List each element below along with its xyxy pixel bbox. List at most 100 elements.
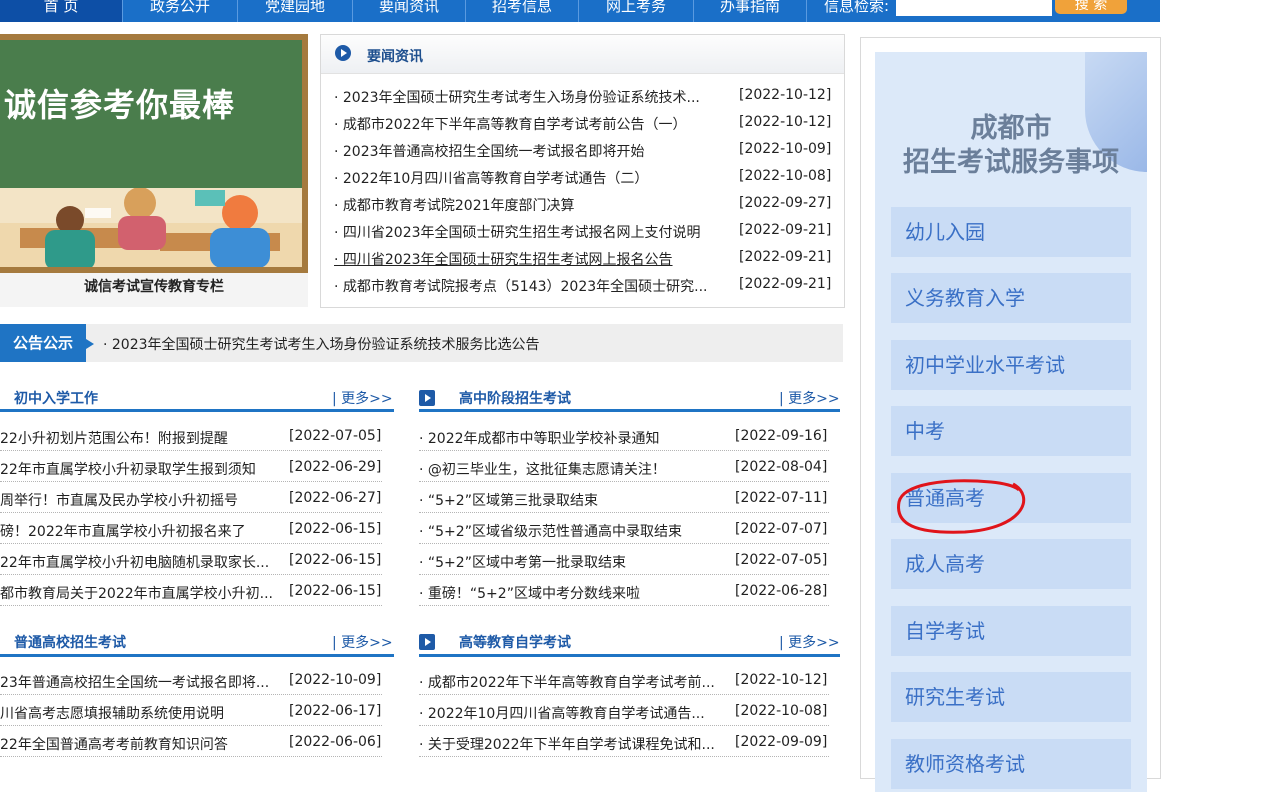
- list-item[interactable]: 22年市直属学校小升初电脑随机录取家长... [2022-06-15]: [0, 552, 382, 575]
- list-item-date: [2022-06-28]: [735, 583, 828, 599]
- section-title-college[interactable]: 普通高校招生考试: [14, 632, 126, 652]
- list-item[interactable]: · “5+2”区域省级示范性普通高中录取结束 [2022-07-07]: [419, 521, 829, 544]
- news-item-title[interactable]: · 2023年全国硕士研究生考试考生入场身份验证系统技术...: [334, 87, 726, 107]
- news-item[interactable]: · 成都市2022年下半年高等教育自学考试考前公告（一） [2022-10-12…: [334, 114, 844, 134]
- news-panel: 要闻资讯 · 2023年全国硕士研究生考试考生入场身份验证系统技术... [20…: [320, 34, 845, 308]
- play-icon: [419, 390, 435, 406]
- list-item[interactable]: · 2022年10月四川省高等教育自学考试通告... [2022-10-08]: [419, 703, 829, 726]
- list-item[interactable]: 磅！2022年市直属学校小升初报名来了 [2022-06-15]: [0, 521, 382, 544]
- list-item[interactable]: 23年普通高校招生全国统一考试报名即将... [2022-10-09]: [0, 672, 382, 695]
- banner-illustration: [0, 187, 302, 267]
- news-title[interactable]: 要闻资讯: [367, 46, 423, 66]
- nav-item-exam-info[interactable]: 招考信息: [466, 0, 578, 22]
- list-item-title[interactable]: 都市教育局关于2022年市直属学校小升初...: [0, 583, 282, 603]
- list-item-title[interactable]: 22年市直属学校小升初录取学生报到须知: [0, 459, 282, 479]
- news-item[interactable]: · 2022年10月四川省高等教育自学考试通告（二） [2022-10-08]: [334, 168, 844, 188]
- list-item-title[interactable]: · @初三毕业生，这批征集志愿请关注！: [419, 459, 729, 479]
- services-panel: 成都市 招生考试服务事项 幼儿入园 义务教育入学 初中学业水平考试 中考 普通高…: [860, 37, 1161, 792]
- banner-slogan: 诚信参考你最棒: [4, 86, 236, 124]
- nav-item-home[interactable]: 首 页: [0, 0, 122, 22]
- nav-item-news[interactable]: 要闻资讯: [353, 0, 465, 22]
- section-title-junior[interactable]: 初中入学工作: [14, 388, 98, 408]
- nav-item-guide[interactable]: 办事指南: [694, 0, 806, 22]
- nav-item-government[interactable]: 政务公开: [123, 0, 237, 22]
- service-junior-level-exam[interactable]: 初中学业水平考试: [891, 340, 1131, 390]
- service-self-study-exam[interactable]: 自学考试: [891, 606, 1131, 656]
- service-compulsory-education[interactable]: 义务教育入学: [891, 273, 1131, 323]
- list-item-title[interactable]: 22小升初划片范围公布！附报到提醒: [0, 428, 282, 448]
- section-title-selfstudy[interactable]: 高等教育自学考试: [459, 632, 571, 652]
- section-divider: [419, 409, 840, 412]
- list-item-title[interactable]: 22年市直属学校小升初电脑随机录取家长...: [0, 552, 282, 572]
- list-item-title[interactable]: 周举行！市直属及民办学校小升初摇号: [0, 490, 282, 510]
- more-link-junior[interactable]: | 更多>>: [332, 388, 393, 408]
- list-item[interactable]: · 关于受理2022年下半年自学考试课程免试和... [2022-09-09]: [419, 734, 829, 757]
- notice-text[interactable]: · 2023年全国硕士研究生考试考生入场身份验证系统技术服务比选公告: [103, 334, 540, 354]
- list-item[interactable]: · 成都市2022年下半年高等教育自学考试考前... [2022-10-12]: [419, 672, 829, 695]
- news-item-title[interactable]: · 2022年10月四川省高等教育自学考试通告（二）: [334, 168, 726, 188]
- list-item-title[interactable]: 磅！2022年市直属学校小升初报名来了: [0, 521, 282, 541]
- nav-item-online-exam[interactable]: 网上考务: [579, 0, 693, 22]
- list-item-title[interactable]: 22年全国普通高考考前教育知识问答: [0, 734, 282, 754]
- list-item[interactable]: · @初三毕业生，这批征集志愿请关注！ [2022-08-04]: [419, 459, 829, 482]
- list-item[interactable]: 周举行！市直属及民办学校小升初摇号 [2022-06-27]: [0, 490, 382, 513]
- nav-item-party[interactable]: 党建园地: [238, 0, 352, 22]
- news-item-title[interactable]: · 成都市2022年下半年高等教育自学考试考前公告（一）: [334, 114, 726, 134]
- news-item-title[interactable]: · 成都市教育考试院2021年度部门决算: [334, 195, 726, 215]
- list-item-title[interactable]: · 2022年10月四川省高等教育自学考试通告...: [419, 703, 729, 723]
- list-item-title[interactable]: · “5+2”区域省级示范性普通高中录取结束: [419, 521, 729, 541]
- news-item[interactable]: · 四川省2023年全国硕士研究生招生考试网上报名公告 [2022-09-21]: [334, 249, 844, 269]
- list-item[interactable]: 22年市直属学校小升初录取学生报到须知 [2022-06-29]: [0, 459, 382, 482]
- service-kindergarten[interactable]: 幼儿入园: [891, 207, 1131, 257]
- list-item-title[interactable]: · 2022年成都市中等职业学校补录通知: [419, 428, 729, 448]
- list-item-title[interactable]: 23年普通高校招生全国统一考试报名即将...: [0, 672, 282, 692]
- list-item-title[interactable]: · 关于受理2022年下半年自学考试课程免试和...: [419, 734, 729, 754]
- news-item-date: [2022-09-21]: [739, 276, 832, 292]
- more-link-college[interactable]: | 更多>>: [332, 632, 393, 652]
- list-item[interactable]: 22小升初划片范围公布！附报到提醒 [2022-07-05]: [0, 428, 382, 451]
- banner-caption[interactable]: 诚信考试宣传教育专栏: [0, 273, 308, 307]
- search-button[interactable]: 搜 索: [1055, 0, 1127, 14]
- list-item[interactable]: · 2022年成都市中等职业学校补录通知 [2022-09-16]: [419, 428, 829, 451]
- service-adult-gaokao[interactable]: 成人高考: [891, 539, 1131, 589]
- news-item-date: [2022-10-08]: [739, 168, 832, 184]
- news-item-title[interactable]: · 2023年普通高校招生全国统一考试报名即将开始: [334, 141, 726, 161]
- search-input[interactable]: [896, 0, 1052, 16]
- list-item[interactable]: · “5+2”区域第三批录取结束 [2022-07-11]: [419, 490, 829, 513]
- more-link-highschool[interactable]: | 更多>>: [779, 388, 840, 408]
- news-item-title[interactable]: · 成都市教育考试院报考点（5143）2023年全国硕士研究...: [334, 276, 726, 296]
- news-item[interactable]: · 成都市教育考试院2021年度部门决算 [2022-09-27]: [334, 195, 844, 215]
- list-item[interactable]: 22年全国普通高考考前教育知识问答 [2022-06-06]: [0, 734, 382, 757]
- news-item-title[interactable]: · 四川省2023年全国硕士研究生招生考试报名网上支付说明: [334, 222, 726, 242]
- news-item[interactable]: · 成都市教育考试院报考点（5143）2023年全国硕士研究... [2022-…: [334, 276, 844, 296]
- list-item-date: [2022-06-15]: [289, 583, 382, 599]
- list-item[interactable]: · “5+2”区域中考第一批录取结束 [2022-07-05]: [419, 552, 829, 575]
- list-item-date: [2022-08-04]: [735, 459, 828, 475]
- integrity-banner[interactable]: 诚信参考你最棒: [0, 34, 308, 273]
- list-item-title[interactable]: · 成都市2022年下半年高等教育自学考试考前...: [419, 672, 729, 692]
- play-icon: [335, 45, 351, 61]
- list-item-title[interactable]: · “5+2”区域第三批录取结束: [419, 490, 729, 510]
- list-item[interactable]: 都市教育局关于2022年市直属学校小升初... [2022-06-15]: [0, 583, 382, 606]
- section-title-highschool[interactable]: 高中阶段招生考试: [459, 388, 571, 408]
- news-item-title[interactable]: · 四川省2023年全国硕士研究生招生考试网上报名公告: [334, 249, 726, 269]
- annotation-circle: [897, 479, 1025, 534]
- news-item[interactable]: · 2023年普通高校招生全国统一考试报名即将开始 [2022-10-09]: [334, 141, 844, 161]
- more-link-selfstudy[interactable]: | 更多>>: [779, 632, 840, 652]
- service-teacher-qualification[interactable]: 教师资格考试: [891, 739, 1131, 789]
- list-item-date: [2022-06-17]: [289, 703, 382, 719]
- list-item-title[interactable]: · “5+2”区域中考第一批录取结束: [419, 552, 729, 572]
- list-item-title[interactable]: · 重磅！“5+2”区域中考分数线来啦: [419, 583, 729, 603]
- nav-divider: [806, 0, 807, 22]
- list-item-date: [2022-06-29]: [289, 459, 382, 475]
- news-item[interactable]: · 四川省2023年全国硕士研究生招生考试报名网上支付说明 [2022-09-2…: [334, 222, 844, 242]
- service-graduate-exam[interactable]: 研究生考试: [891, 672, 1131, 722]
- service-zhongkao[interactable]: 中考: [891, 406, 1131, 456]
- list-item-title[interactable]: 川省高考志愿填报辅助系统使用说明: [0, 703, 282, 723]
- news-item[interactable]: · 2023年全国硕士研究生考试考生入场身份验证系统技术... [2022-10…: [334, 87, 844, 107]
- list-item-date: [2022-09-09]: [735, 734, 828, 750]
- list-item-date: [2022-06-15]: [289, 552, 382, 568]
- list-item[interactable]: 川省高考志愿填报辅助系统使用说明 [2022-06-17]: [0, 703, 382, 726]
- list-item[interactable]: · 重磅！“5+2”区域中考分数线来啦 [2022-06-28]: [419, 583, 829, 606]
- news-header: 要闻资讯: [321, 35, 844, 74]
